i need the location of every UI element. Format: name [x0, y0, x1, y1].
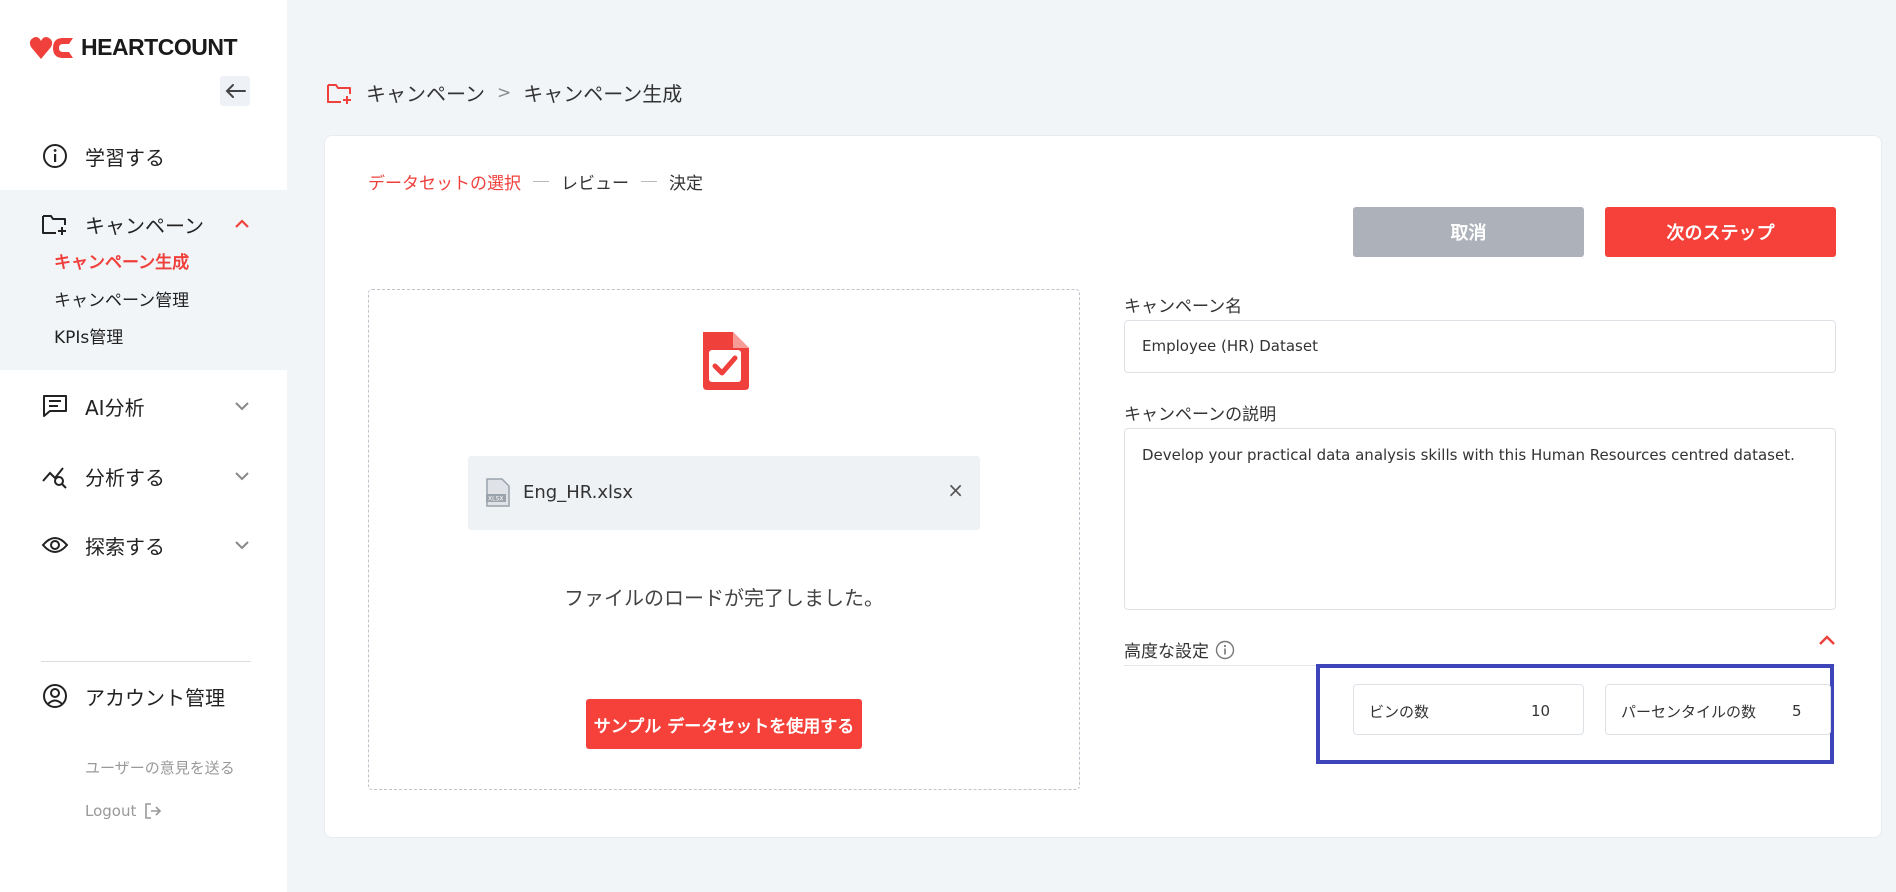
uploaded-file-chip: XLSX Eng_HR.xlsx × [468, 456, 980, 530]
eye-icon [41, 531, 69, 559]
use-sample-dataset-button[interactable]: サンプル データセットを使用する [586, 699, 862, 749]
nav-account[interactable]: アカウント管理 [0, 676, 287, 716]
nav-campaign-create[interactable]: キャンペーン生成 [54, 248, 189, 273]
percentile-count-label: パーセンタイルの数 [1621, 703, 1757, 721]
uploaded-file-name: Eng_HR.xlsx [523, 482, 634, 503]
bins-count-value: 10 [1531, 702, 1551, 720]
remove-file-button[interactable]: × [947, 478, 964, 502]
logo[interactable]: HEARTCOUNT [29, 34, 238, 61]
nav-campaign-manage[interactable]: キャンペーン管理 [54, 286, 189, 311]
percentile-count-field[interactable]: パーセンタイルの数 5 [1605, 684, 1831, 735]
step-separator [641, 181, 657, 182]
breadcrumb-separator: > [497, 82, 512, 103]
next-step-button[interactable]: 次のステップ [1605, 207, 1836, 257]
logout-label: Logout [85, 802, 137, 820]
nav-explore-label: 探索する [85, 534, 165, 559]
nav-kpis-manage[interactable]: KPIs管理 [54, 323, 123, 348]
nav-learn-label: 学習する [85, 145, 165, 170]
upload-complete-message: ファイルのロードが完了しました。 [564, 586, 884, 610]
chevron-down-icon [232, 535, 252, 555]
file-check-icon [703, 332, 749, 390]
nav-campaign-label: キャンペーン [85, 213, 204, 238]
logout-link[interactable]: Logout [85, 802, 162, 820]
info-icon [1215, 640, 1235, 659]
cancel-button[interactable]: 取消 [1353, 207, 1584, 257]
collapse-sidebar-button[interactable] [220, 76, 250, 106]
nav-learn[interactable]: 学習する [0, 136, 287, 176]
user-circle-icon [41, 682, 69, 710]
logo-text: HEARTCOUNT [81, 34, 238, 60]
heartcount-logo-icon [29, 36, 73, 59]
step-review: レビュー [561, 174, 629, 194]
folder-plus-icon [327, 83, 351, 104]
campaign-description-textarea[interactable]: Develop your practical data analysis ski… [1124, 428, 1836, 610]
analytics-search-icon [41, 462, 69, 490]
nav-account-label: アカウント管理 [85, 685, 225, 710]
advanced-settings-text: 高度な設定 [1124, 642, 1209, 662]
chevron-up-icon [232, 214, 252, 234]
info-icon [41, 142, 69, 170]
svg-text:XLSX: XLSX [488, 496, 503, 503]
breadcrumb-current: キャンペーン生成 [523, 82, 683, 106]
feedback-label: ユーザーの意見を送る [85, 759, 235, 777]
nav-analyze-label: 分析する [85, 465, 165, 490]
breadcrumb: キャンペーン > キャンペーン生成 [326, 78, 682, 107]
folder-plus-icon [41, 210, 69, 238]
sidebar-divider [41, 661, 251, 662]
nav-analyze[interactable]: 分析する [0, 456, 287, 496]
step-decide: 決定 [669, 174, 703, 194]
chevron-down-icon [232, 396, 252, 416]
percentile-count-value: 5 [1792, 702, 1802, 720]
campaign-name-input[interactable]: Employee (HR) Dataset [1124, 320, 1836, 373]
step-indicator: データセットの選択 レビュー 決定 [368, 169, 703, 194]
nav-ai-label: AI分析 [85, 395, 145, 420]
breadcrumb-root[interactable]: キャンペーン [366, 78, 485, 107]
nav-ai-analysis[interactable]: AI分析 [0, 386, 287, 426]
bins-count-label: ビンの数 [1369, 703, 1430, 721]
chat-icon [41, 392, 69, 420]
xlsx-file-icon: XLSX [486, 478, 510, 507]
feedback-link[interactable]: ユーザーの意見を送る [85, 757, 235, 778]
campaign-name-label: キャンペーン名 [1124, 297, 1243, 317]
logout-icon [145, 803, 162, 819]
step-dataset-select: データセットの選択 [368, 174, 521, 194]
campaign-description-label: キャンペーンの説明 [1124, 405, 1277, 425]
bins-count-field[interactable]: ビンの数 10 [1353, 684, 1584, 735]
sidebar: HEARTCOUNT 学習する キャンペーン キャンペーン生成 キャンペーン管理… [0, 0, 287, 892]
nav-explore[interactable]: 探索する [0, 525, 287, 565]
advanced-settings-label[interactable]: 高度な設定 [1124, 637, 1235, 662]
chevron-up-icon[interactable] [1818, 634, 1836, 646]
step-separator [533, 181, 549, 182]
arrow-left-icon [225, 84, 246, 98]
nav-campaign[interactable]: キャンペーン [0, 204, 287, 244]
chevron-down-icon [232, 466, 252, 486]
